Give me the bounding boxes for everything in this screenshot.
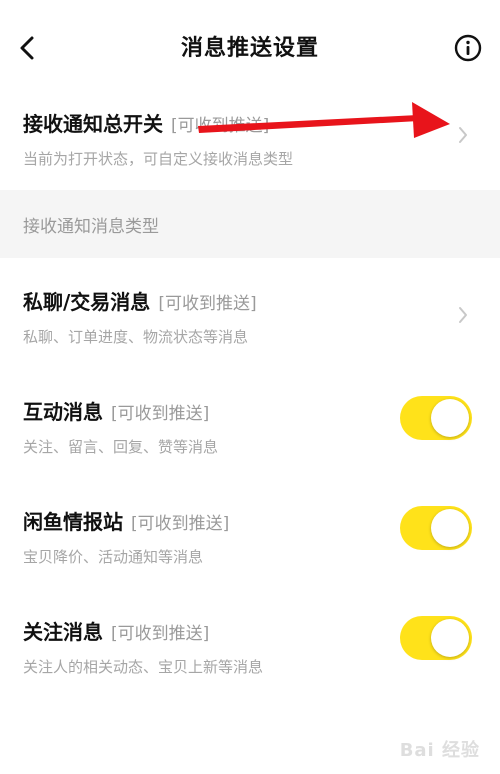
item-subtitle: 宝贝降价、活动通知等消息 [23, 548, 204, 566]
xianyu-news-toggle[interactable] [400, 506, 472, 550]
item-title: 互动消息 [23, 400, 103, 424]
item-title: 闲鱼情报站 [23, 510, 123, 534]
push-status-tag: [可收到推送] [158, 294, 257, 314]
push-status-tag: [可收到推送] [171, 116, 270, 136]
list-item-interaction: 互动消息 [可收到推送] 关注、留言、回复、赞等消息 [0, 394, 500, 504]
watermark: Bai 经验 [399, 740, 480, 761]
follow-toggle[interactable] [400, 616, 472, 660]
master-subtitle: 当前为打开状态，可自定义接收消息类型 [23, 150, 294, 168]
chevron-right-icon[interactable] [456, 304, 470, 326]
top-nav-bar: 消息推送设置 [0, 0, 500, 96]
list-item-follow: 关注消息 [可收到推送] 关注人的相关动态、宝贝上新等消息 [0, 614, 500, 724]
section-title: 接收通知消息类型 [23, 217, 159, 237]
list-item-private-chat[interactable]: 私聊/交易消息 [可收到推送] 私聊、订单进度、物流状态等消息 [0, 284, 500, 394]
item-subtitle: 关注、留言、回复、赞等消息 [23, 438, 219, 456]
page-title: 消息推送设置 [180, 36, 319, 61]
push-status-tag: [可收到推送] [131, 514, 230, 534]
item-title: 私聊/交易消息 [23, 290, 151, 314]
toggle-knob [431, 509, 469, 547]
master-notification-row[interactable]: 接收通知总开关 [可收到推送] 当前为打开状态，可自定义接收消息类型 [0, 96, 500, 190]
info-circle-icon[interactable] [454, 34, 482, 62]
item-title: 关注消息 [23, 620, 103, 644]
list-item-xianyu-news: 闲鱼情报站 [可收到推送] 宝贝降价、活动通知等消息 [0, 504, 500, 614]
item-subtitle: 关注人的相关动态、宝贝上新等消息 [23, 658, 264, 676]
item-subtitle: 私聊、订单进度、物流状态等消息 [23, 328, 249, 346]
chevron-right-icon[interactable] [456, 124, 470, 146]
section-header: 接收通知消息类型 [0, 190, 500, 258]
toggle-knob [431, 619, 469, 657]
toggle-knob [431, 399, 469, 437]
push-status-tag: [可收到推送] [111, 624, 210, 644]
push-status-tag: [可收到推送] [111, 404, 210, 424]
interaction-toggle[interactable] [400, 396, 472, 440]
master-title: 接收通知总开关 [23, 112, 163, 136]
